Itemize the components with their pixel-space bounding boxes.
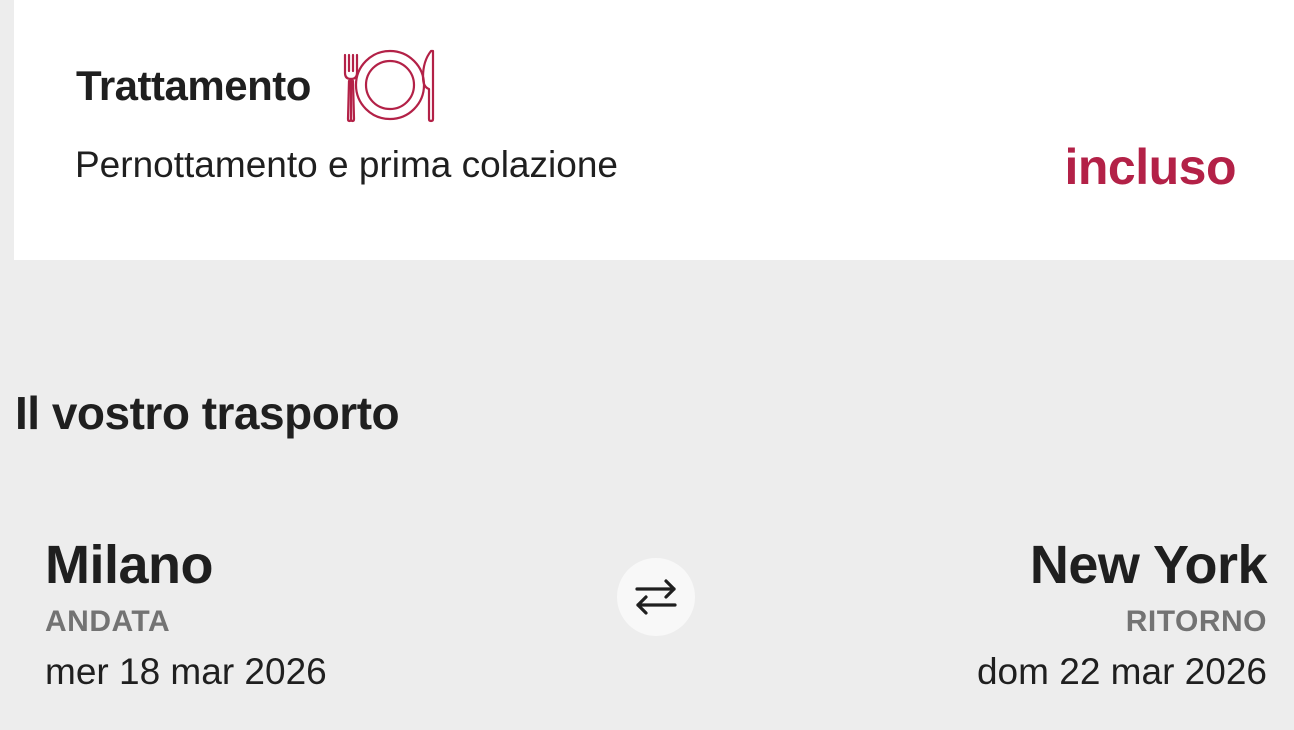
transport-section-title: Il vostro trasporto (15, 387, 400, 439)
return-type-label: RITORNO (1125, 605, 1267, 638)
return-leg: New York RITORNO dom 22 mar 2026 (976, 535, 1268, 695)
outbound-type-label: ANDATA (45, 605, 171, 638)
swap-arrows-icon (635, 579, 677, 615)
outbound-leg: Milano ANDATA mer 18 mar 2026 (45, 536, 327, 695)
treatment-description: Pernottamento e prima colazione (75, 144, 618, 185)
treatment-price-label: incluso (1064, 139, 1236, 195)
swap-direction-button[interactable] (617, 558, 695, 636)
page: Trattamento Pernottamento e prima colazi… (0, 0, 1294, 730)
return-city: New York (1029, 535, 1268, 595)
outbound-city: Milano (45, 535, 213, 595)
treatment-title: Trattamento (76, 62, 311, 109)
treatment-header: Trattamento (76, 46, 439, 126)
outbound-date: mer 18 mar 2026 (45, 651, 327, 692)
treatment-card: Trattamento Pernottamento e prima colazi… (14, 0, 1294, 260)
return-date: dom 22 mar 2026 (976, 651, 1267, 692)
plate-cutlery-icon (341, 47, 439, 125)
